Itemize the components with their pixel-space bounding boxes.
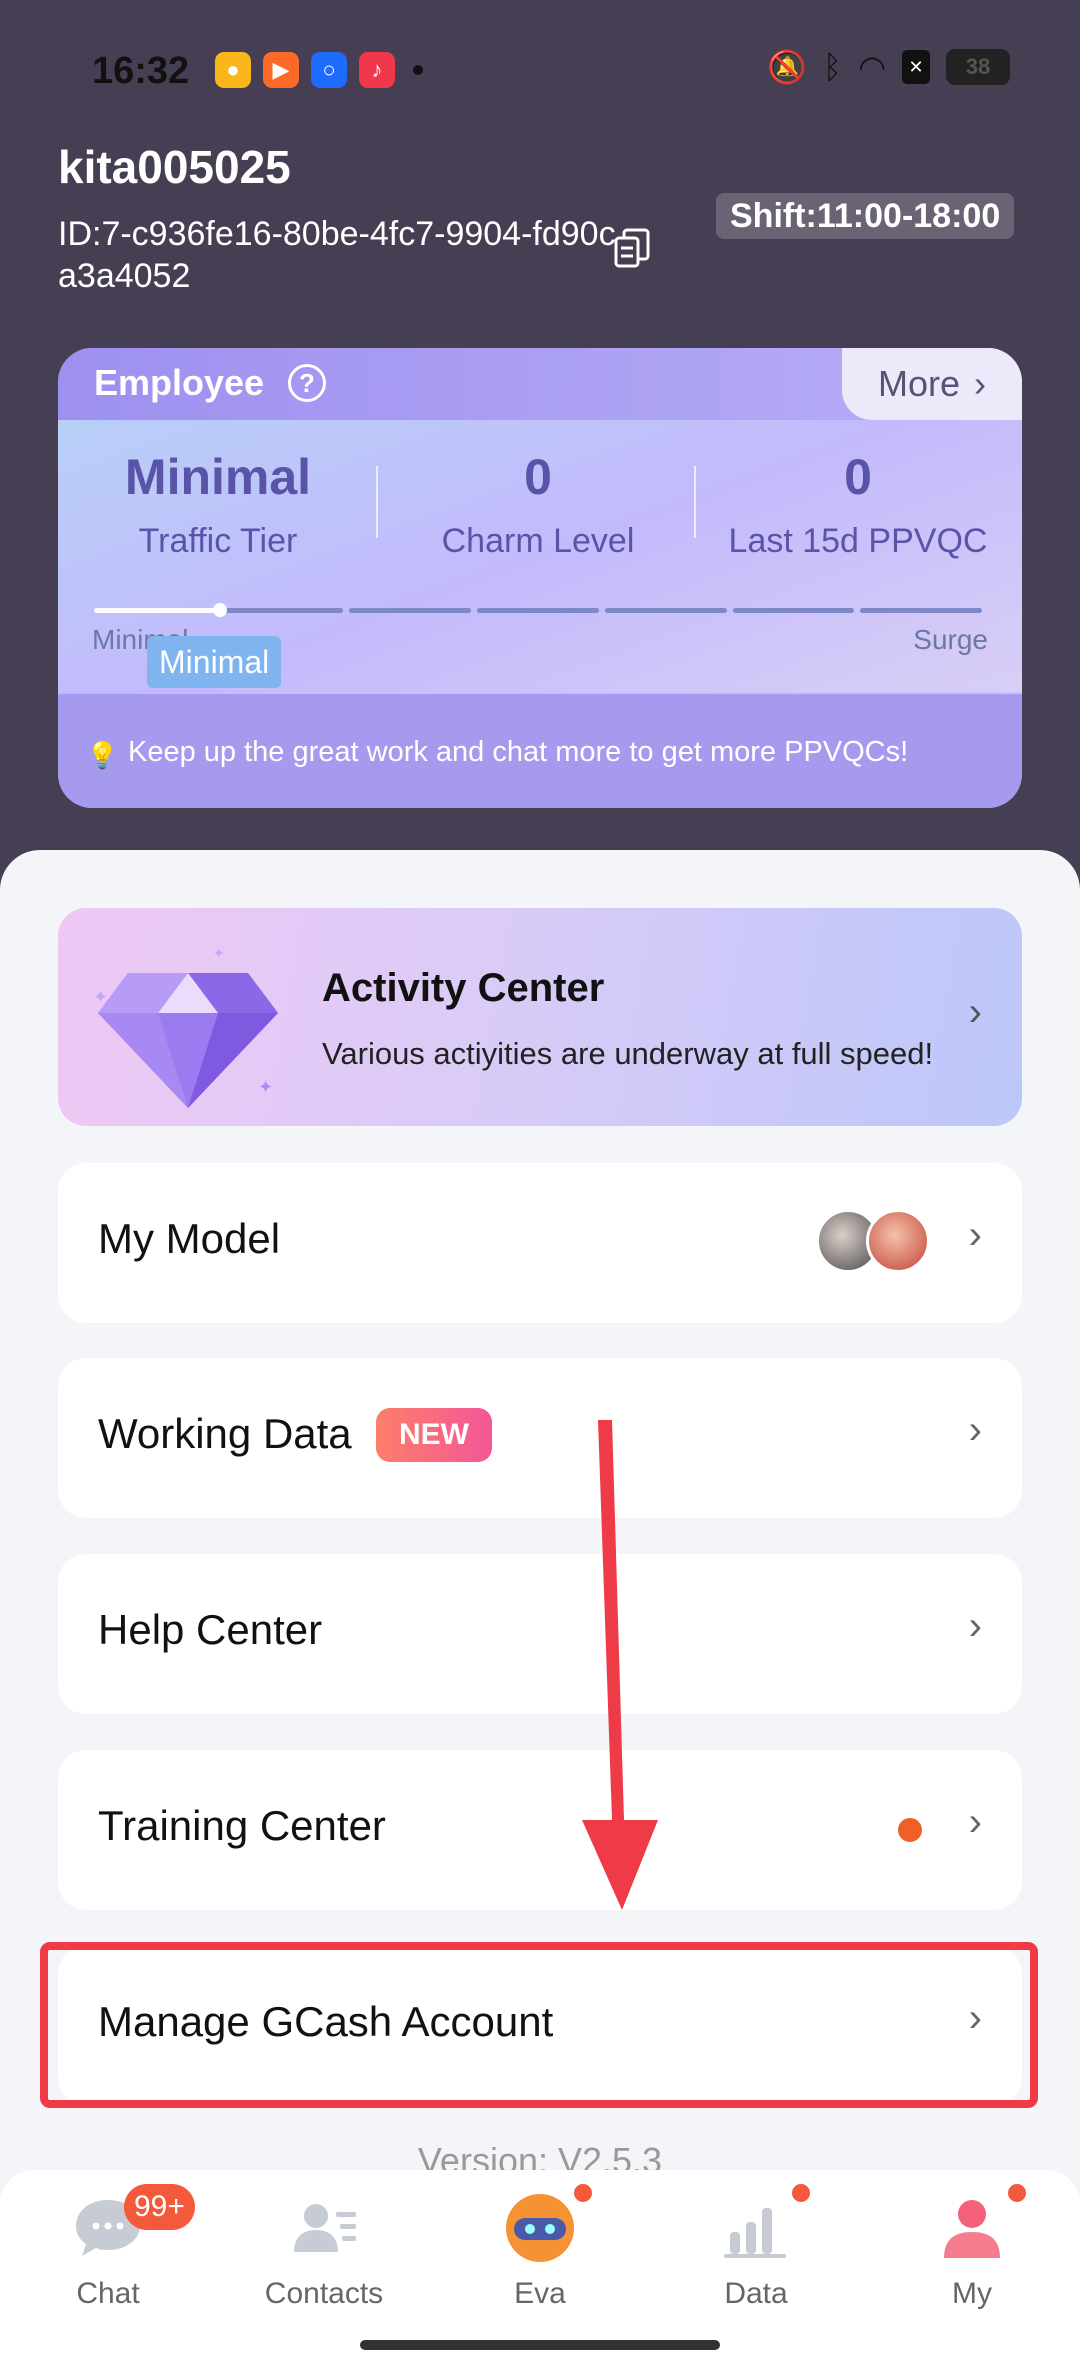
- more-label: More: [877, 363, 961, 404]
- more-notifications-icon: [413, 65, 423, 75]
- contacts-icon: [294, 2204, 356, 2252]
- annotation-arrow: [582, 1420, 658, 1910]
- mute-icon: 🔕: [767, 49, 807, 85]
- menu-label: Training Center: [98, 1802, 386, 1849]
- highlight-box: [40, 1942, 1038, 2108]
- tab-label: Chat: [76, 2277, 140, 2310]
- bar-chart-icon: [724, 2208, 786, 2258]
- tier-segment: [94, 608, 216, 613]
- svg-text:✦: ✦: [93, 987, 108, 1007]
- music-icon: ♪: [359, 52, 395, 88]
- help-icon[interactable]: ?: [288, 364, 326, 402]
- tab-data[interactable]: Data: [648, 2188, 864, 2311]
- activity-title: Activity Center: [322, 966, 605, 1010]
- new-badge: NEW: [376, 1408, 492, 1462]
- tab-label: Data: [724, 2277, 788, 2310]
- eva-notification-dot: [572, 2182, 594, 2204]
- kuaishou-icon: ▶: [263, 52, 299, 88]
- tier-knob: [213, 603, 227, 617]
- activity-subtitle: Various actiyities are underway at full …: [322, 1036, 934, 1071]
- tab-my[interactable]: My: [864, 2188, 1080, 2311]
- stat-label: Charm Level: [441, 522, 635, 560]
- menu-label: Working Data: [98, 1410, 352, 1457]
- tab-label: Eva: [514, 2277, 566, 2310]
- tab-label: My: [952, 2277, 992, 2310]
- tier-max-label: Surge: [913, 624, 988, 655]
- stat-value: 0: [844, 449, 872, 505]
- chevron-right-icon: ›: [968, 990, 982, 1034]
- unread-dot: [898, 1818, 922, 1842]
- sim-icon: ✕: [902, 50, 930, 84]
- tab-label: Contacts: [264, 2277, 384, 2310]
- tip-text: Keep up the great work and chat more to …: [128, 736, 909, 768]
- stat-value: Minimal: [124, 449, 312, 505]
- activity-center-banner[interactable]: ✦ ✦ ✦ Activity Center Various actiyities…: [58, 908, 1022, 1126]
- stat-label: Last 15d PPVQC: [728, 522, 988, 560]
- tier-segment: [349, 608, 472, 613]
- model-avatars: [816, 1209, 936, 1277]
- diamond-icon: ✦ ✦ ✦: [93, 945, 278, 1108]
- current-tier-tag: Minimal: [147, 636, 282, 688]
- profile-icon: [944, 2200, 1000, 2258]
- tier-segment: [732, 608, 855, 613]
- tier-progress-track: [94, 608, 983, 613]
- stat-ppvqc: 0 Last 15d PPVQC: [698, 448, 1018, 561]
- eva-robot-icon: [506, 2194, 574, 2262]
- menu-item-training-center[interactable]: Training Center ›: [58, 1750, 1022, 1910]
- tab-contacts[interactable]: Contacts: [216, 2188, 432, 2311]
- stat-label: Traffic Tier: [138, 522, 298, 560]
- menu-item-my-model[interactable]: My Model ›: [58, 1163, 1022, 1323]
- shift-badge: Shift:11:00-18:00: [716, 193, 1015, 239]
- battery-icon: 38: [946, 49, 1010, 85]
- wifi-icon: ◠: [858, 49, 886, 85]
- system-icons: 🔕 ᛒ ◠ ✕ 38: [767, 48, 1010, 86]
- svg-text:✦: ✦: [258, 1077, 273, 1097]
- menu-label: My Model: [98, 1215, 281, 1262]
- chat-unread-badge: 99+: [124, 2184, 195, 2230]
- stat-charm-level: 0 Charm Level: [378, 448, 698, 561]
- data-notification-dot: [790, 2182, 812, 2204]
- home-indicator[interactable]: [360, 2340, 720, 2350]
- chevron-right-icon: ›: [968, 1604, 982, 1648]
- chevron-right-icon: ›: [968, 1213, 982, 1257]
- status-time: 16:32: [92, 50, 190, 92]
- employee-title: Employee: [94, 362, 265, 403]
- menu-item-working-data[interactable]: Working Data NEW ›: [58, 1358, 1022, 1518]
- tier-segment: [604, 608, 727, 613]
- tier-segment: [221, 608, 344, 613]
- menu-label: Help Center: [98, 1606, 323, 1653]
- stat-divider: [694, 466, 696, 538]
- status-bar: 16:32 ● ▶ ○ ♪ 🔕 ᛒ ◠ ✕ 38: [0, 40, 1080, 100]
- my-notification-dot: [1006, 2182, 1028, 2204]
- svg-text:✦: ✦: [213, 945, 225, 961]
- weibo-icon: ●: [215, 52, 251, 88]
- chevron-right-icon: ›: [968, 1408, 982, 1452]
- tier-segment: [477, 608, 599, 613]
- chevron-right-icon: ›: [974, 363, 987, 404]
- chevron-right-icon: ›: [968, 1800, 982, 1844]
- user-id: ID:7-c936fe16-80be-4fc7-9904-fd90ca3a405…: [58, 215, 616, 295]
- stat-value: 0: [524, 449, 552, 505]
- tab-eva[interactable]: Eva: [432, 2188, 648, 2311]
- notification-icons: ● ▶ ○ ♪: [215, 52, 423, 88]
- lightbulb-icon: 💡: [86, 740, 119, 770]
- stat-traffic-tier: Minimal Traffic Tier: [58, 448, 378, 561]
- browser-icon: ○: [311, 52, 347, 88]
- copy-icon[interactable]: [612, 228, 652, 274]
- menu-item-help-center[interactable]: Help Center ›: [58, 1554, 1022, 1714]
- bluetooth-icon: ᛒ: [822, 48, 843, 85]
- username: kita005025: [58, 141, 291, 193]
- more-button[interactable]: More ›: [842, 348, 1022, 420]
- avatar: [866, 1209, 930, 1273]
- tier-segment: [860, 608, 983, 613]
